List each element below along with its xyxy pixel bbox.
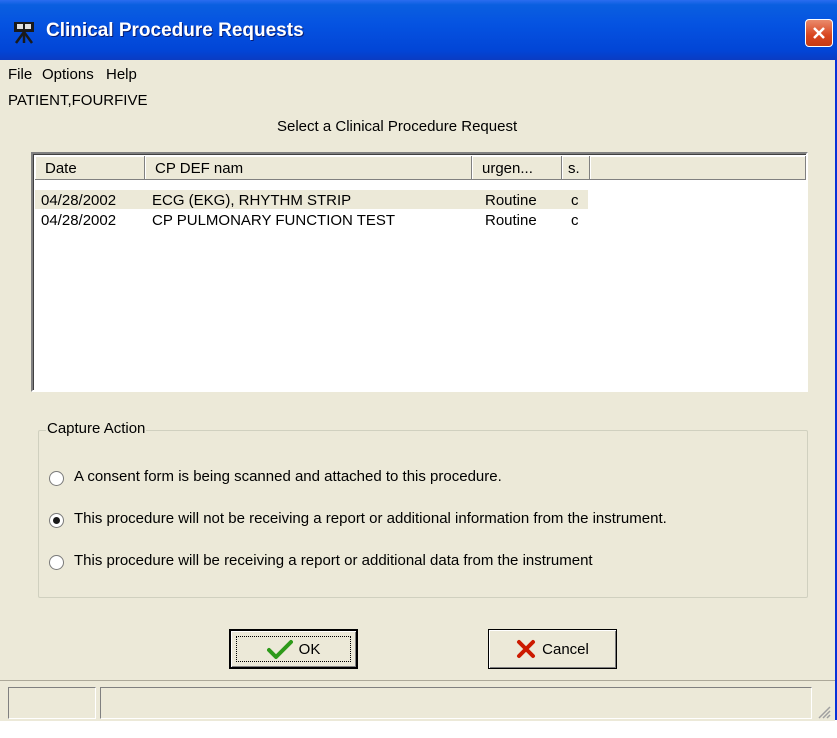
column-header-filler xyxy=(590,156,806,180)
cell-urgency: Routine xyxy=(485,192,537,209)
consent-form-label[interactable]: A consent form is being scanned and atta… xyxy=(74,468,502,485)
window-title: Clinical Procedure Requests xyxy=(46,20,304,41)
cell-date: 04/28/2002 xyxy=(41,212,117,229)
cell-name: CP PULMONARY FUNCTION TEST xyxy=(152,212,396,229)
cell-name: ECG (EKG), RHYTHM STRIP xyxy=(152,192,352,209)
column-header-urgency[interactable]: urgen... xyxy=(472,156,562,180)
table-row[interactable]: 04/28/2002 CP PULMONARY FUNCTION TEST Ro… xyxy=(35,210,588,229)
select-request-label: Select a Clinical Procedure Request xyxy=(277,118,518,135)
dialog-window: Clinical Procedure Requests File Options… xyxy=(0,0,837,721)
status-panel-1 xyxy=(8,687,96,719)
capture-action-group: Capture Action A consent form is being s… xyxy=(38,420,808,598)
red-x-icon xyxy=(517,640,536,658)
camera-tripod-icon xyxy=(14,22,34,44)
menu-bar: File Options Help xyxy=(0,60,835,88)
no-report-label[interactable]: This procedure will not be receiving a r… xyxy=(74,510,667,527)
no-report-radio[interactable] xyxy=(49,513,64,528)
title-bar[interactable]: Clinical Procedure Requests xyxy=(0,0,837,60)
table-row[interactable]: 04/28/2002 ECG (EKG), RHYTHM STRIP Routi… xyxy=(35,190,588,209)
cell-date: 04/28/2002 xyxy=(41,192,117,209)
consent-form-radio[interactable] xyxy=(49,471,64,486)
status-bar xyxy=(0,680,835,721)
column-header-date[interactable]: Date xyxy=(35,156,145,180)
column-header-name[interactable]: CP DEF nam xyxy=(145,156,472,180)
ok-button[interactable]: OK xyxy=(229,629,358,669)
cancel-label: Cancel xyxy=(542,640,589,658)
close-icon xyxy=(813,27,825,39)
close-button[interactable] xyxy=(805,19,833,47)
focus-rect xyxy=(236,636,351,662)
menu-file[interactable]: File xyxy=(8,66,32,83)
menu-options[interactable]: Options xyxy=(42,66,94,83)
status-panel-2 xyxy=(100,687,812,719)
menu-help[interactable]: Help xyxy=(106,66,137,83)
column-header-status[interactable]: s. xyxy=(562,156,590,180)
cancel-button[interactable]: Cancel xyxy=(488,629,617,669)
list-header: Date CP DEF nam urgen... s. xyxy=(35,156,806,180)
procedure-request-list[interactable]: Date CP DEF nam urgen... s. 04/28/2002 E… xyxy=(31,152,808,392)
cell-status: c xyxy=(571,212,579,229)
receive-report-radio[interactable] xyxy=(49,555,64,570)
capture-action-title: Capture Action xyxy=(46,420,147,437)
cell-status: c xyxy=(571,192,579,209)
receive-report-label[interactable]: This procedure will be receiving a repor… xyxy=(74,552,593,569)
patient-name: PATIENT,FOURFIVE xyxy=(8,92,148,109)
cell-urgency: Routine xyxy=(485,212,537,229)
resize-grip-icon[interactable] xyxy=(817,705,831,719)
